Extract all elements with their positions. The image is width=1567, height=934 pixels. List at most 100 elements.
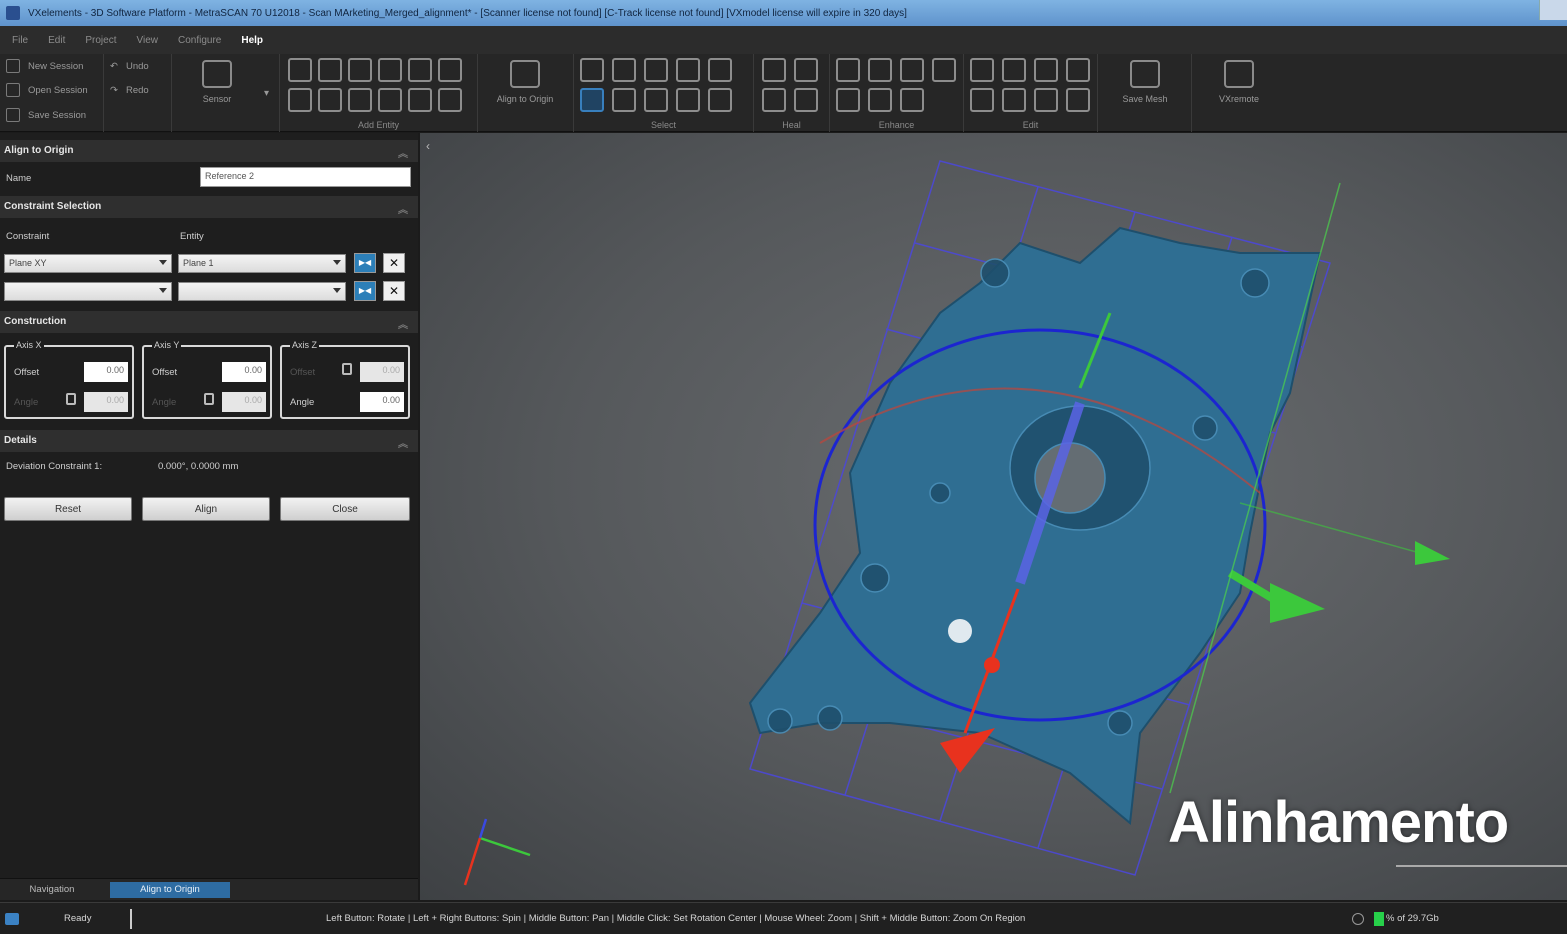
decimate-icon[interactable]: [868, 58, 892, 82]
details-section-header[interactable]: Details ︽: [0, 430, 418, 452]
optimize-icon[interactable]: [836, 88, 860, 112]
trim-icon[interactable]: [1002, 58, 1026, 82]
select-lasso-icon[interactable]: [612, 88, 636, 112]
smooth-icon[interactable]: [836, 58, 860, 82]
refine-icon[interactable]: [900, 58, 924, 82]
lock-icon[interactable]: [66, 393, 76, 405]
new-session-button[interactable]: New Session: [6, 56, 83, 76]
cylinder-entity-icon[interactable]: [318, 88, 342, 112]
select-invert-icon[interactable]: [708, 88, 732, 112]
collapse-icon[interactable]: ︽: [398, 145, 408, 160]
fill-holes-icon[interactable]: [762, 58, 786, 82]
sensor-dropdown-icon[interactable]: ▾: [264, 88, 269, 99]
constraint-select-2[interactable]: [4, 282, 172, 301]
select-all-icon[interactable]: [708, 58, 732, 82]
menu-configure[interactable]: Configure: [178, 35, 221, 46]
tab-navigation[interactable]: Navigation: [4, 882, 100, 898]
sharpen-icon[interactable]: [932, 58, 956, 82]
network-status-icon: [5, 913, 19, 925]
entity-select-2[interactable]: [178, 282, 346, 301]
lock-icon[interactable]: [204, 393, 214, 405]
open-session-button[interactable]: Open Session: [6, 80, 88, 100]
plane-entity-icon[interactable]: [288, 88, 312, 112]
pick-entity-button-1[interactable]: ▶◀: [354, 253, 376, 273]
align-button[interactable]: Align: [142, 497, 270, 521]
collapse-icon[interactable]: ︽: [398, 316, 408, 331]
save-mesh-button[interactable]: Save Mesh: [1110, 60, 1180, 116]
add-entity-tools: [288, 58, 462, 112]
constraint-section-header[interactable]: Constraint Selection ︽: [0, 196, 418, 218]
close-button[interactable]: Close: [280, 497, 410, 521]
select-front-icon[interactable]: [580, 58, 604, 82]
bridge-icon[interactable]: [794, 58, 818, 82]
redo-button[interactable]: ↷ Redo: [110, 80, 149, 100]
axis-y-angle-field[interactable]: 0.00: [222, 392, 266, 412]
vxremote-group: VXremote: [1192, 54, 1288, 132]
circle-entity-icon[interactable]: [378, 58, 402, 82]
shell-icon[interactable]: [1066, 88, 1090, 112]
sphere-entity-icon[interactable]: [348, 58, 372, 82]
entity-header: Entity: [180, 231, 204, 242]
remove-constraint-button-1[interactable]: ✕: [383, 253, 405, 273]
select-rectangle-icon[interactable]: [580, 88, 604, 112]
entity-select-1[interactable]: Plane 1: [178, 254, 346, 273]
axis-z-angle-field[interactable]: 0.00: [360, 392, 404, 412]
reset-button[interactable]: Reset: [4, 497, 132, 521]
construction-section-header[interactable]: Construction ︽: [0, 311, 418, 333]
axis-z-offset-field[interactable]: 0.00: [360, 362, 404, 382]
cut-plane-icon[interactable]: [970, 58, 994, 82]
select-polyline-icon[interactable]: [644, 88, 668, 112]
extrude-icon[interactable]: [970, 88, 994, 112]
offset-icon[interactable]: [1002, 88, 1026, 112]
name-field[interactable]: Reference 2: [200, 167, 411, 187]
select-through-icon[interactable]: [612, 58, 636, 82]
align-to-origin-button[interactable]: Align to Origin: [490, 60, 560, 116]
constraint-select-1[interactable]: Plane XY: [4, 254, 172, 273]
align-section-header[interactable]: Align to Origin ︽: [0, 140, 418, 162]
collapse-icon[interactable]: ︽: [398, 435, 408, 450]
mirror-icon[interactable]: [1066, 58, 1090, 82]
menu-view[interactable]: View: [136, 35, 158, 46]
remove-spikes-icon[interactable]: [794, 88, 818, 112]
pick-entity-button-2[interactable]: ▶◀: [354, 281, 376, 301]
vxremote-button[interactable]: VXremote: [1204, 60, 1274, 116]
select-connected-icon[interactable]: [676, 58, 700, 82]
vxremote-label: VXremote: [1218, 94, 1260, 104]
point-entity-icon[interactable]: [408, 58, 432, 82]
sensor-button[interactable]: Sensor: [182, 60, 252, 116]
menu-project[interactable]: Project: [85, 35, 116, 46]
remesh-icon[interactable]: [868, 88, 892, 112]
save-session-button[interactable]: Save Session: [6, 105, 86, 125]
axis-x-angle-field[interactable]: 0.00: [84, 392, 128, 412]
axis-y-offset-field[interactable]: 0.00: [222, 362, 266, 382]
menu-file[interactable]: File: [12, 35, 28, 46]
thicken-icon[interactable]: [1034, 88, 1058, 112]
axis-x-offset-field[interactable]: 0.00: [84, 362, 128, 382]
select-surface-icon[interactable]: [644, 58, 668, 82]
layers-entity-icon[interactable]: [438, 88, 462, 112]
cone-entity-icon[interactable]: [438, 58, 462, 82]
menu-edit[interactable]: Edit: [48, 35, 65, 46]
surface-entity-icon[interactable]: [408, 88, 432, 112]
constraint-header: Constraint: [6, 231, 50, 242]
3d-viewport[interactable]: ‹ Alinhamento: [420, 133, 1567, 900]
boolean-icon[interactable]: [1034, 58, 1058, 82]
smooth-boundary-icon[interactable]: [762, 88, 786, 112]
tab-align-to-origin[interactable]: Align to Origin: [110, 882, 230, 898]
overlay-caption: Alinhamento: [1168, 790, 1509, 855]
subdivide-icon[interactable]: [900, 88, 924, 112]
frame-entity-icon[interactable]: [288, 58, 312, 82]
edit-tools: [970, 58, 1092, 112]
slot-entity-icon[interactable]: [378, 88, 402, 112]
caption-underline: [1396, 865, 1567, 867]
undo-button[interactable]: ↶ Undo: [110, 56, 149, 76]
chevron-down-icon: [159, 288, 167, 293]
line-entity-icon[interactable]: [318, 58, 342, 82]
menu-help[interactable]: Help: [241, 35, 263, 46]
collapse-icon[interactable]: ︽: [398, 201, 408, 216]
grid-entity-icon[interactable]: [348, 88, 372, 112]
remove-constraint-button-2[interactable]: ✕: [383, 281, 405, 301]
select-layers-icon[interactable]: [676, 88, 700, 112]
lock-icon[interactable]: [342, 363, 352, 375]
window-minimize-button[interactable]: [1539, 0, 1567, 20]
